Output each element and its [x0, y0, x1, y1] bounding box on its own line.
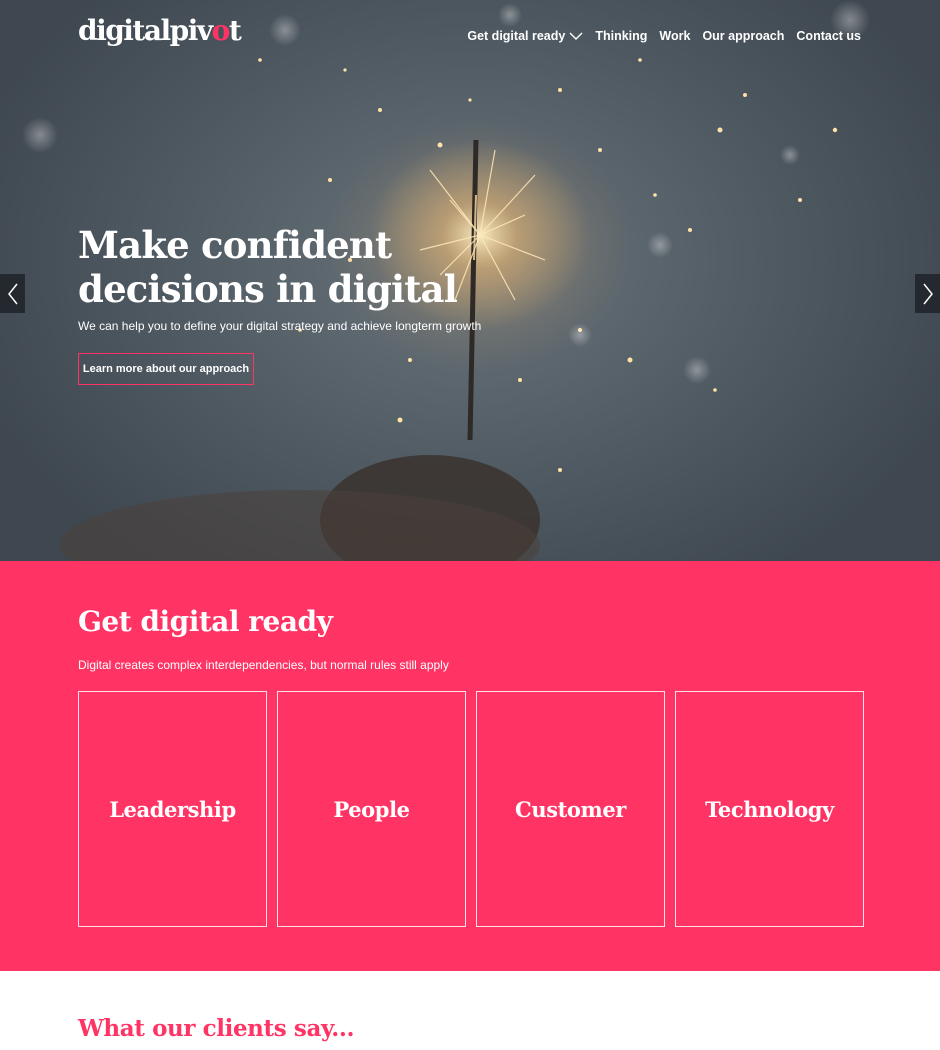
nav-item-get-digital-ready[interactable]: Get digital ready — [467, 29, 583, 43]
carousel-prev-button[interactable] — [0, 274, 25, 313]
digital-ready-cards: Leadership People Customer Technology — [78, 691, 864, 927]
digital-ready-title: Get digital ready — [78, 605, 333, 638]
hero-subtitle: We can help you to define your digital s… — [78, 319, 482, 333]
nav-item-work[interactable]: Work — [659, 29, 690, 43]
nav-item-label: Contact us — [796, 29, 861, 43]
card-label: People — [333, 796, 410, 822]
card-label: Technology — [705, 796, 834, 822]
nav-item-label: Thinking — [595, 29, 648, 43]
nav-item-thinking[interactable]: Thinking — [595, 29, 647, 43]
brand-logo-text-start: digitalpiv — [78, 14, 213, 47]
card-leadership[interactable]: Leadership — [78, 691, 267, 927]
chevron-down-icon — [569, 32, 583, 40]
brand-logo-highlight: o — [211, 14, 231, 47]
hero-title: Make confident decisions in digital — [78, 223, 458, 311]
nav-item-contact-us[interactable]: Contact us — [796, 29, 861, 43]
digital-ready-subtitle: Digital creates complex interdependencie… — [78, 658, 449, 672]
chevron-right-icon — [922, 283, 933, 304]
brand-logo-text-end: t — [228, 14, 242, 47]
hero-section: digitalpivot Get digital ready Thinking … — [0, 0, 940, 561]
card-customer[interactable]: Customer — [476, 691, 665, 927]
digital-ready-section: Get digital ready Digital creates comple… — [0, 561, 940, 971]
nav-item-label: Get digital ready — [467, 29, 566, 43]
card-technology[interactable]: Technology — [675, 691, 864, 927]
main-nav: Get digital ready Thinking Work Our appr… — [467, 29, 861, 43]
brand-logo[interactable]: digitalpivot — [78, 14, 242, 47]
nav-item-label: Work — [659, 29, 691, 43]
card-people[interactable]: People — [277, 691, 466, 927]
card-label: Customer — [515, 796, 626, 822]
learn-more-button-label: Learn more about our approach — [82, 363, 250, 375]
nav-item-our-approach[interactable]: Our approach — [702, 29, 784, 43]
card-label: Leadership — [109, 796, 236, 822]
nav-item-label: Our approach — [702, 29, 785, 43]
learn-more-button[interactable]: Learn more about our approach — [78, 353, 254, 385]
carousel-next-button[interactable] — [915, 274, 940, 313]
chevron-left-icon — [7, 283, 18, 304]
testimonials-title: What our clients say... — [78, 1015, 355, 1042]
